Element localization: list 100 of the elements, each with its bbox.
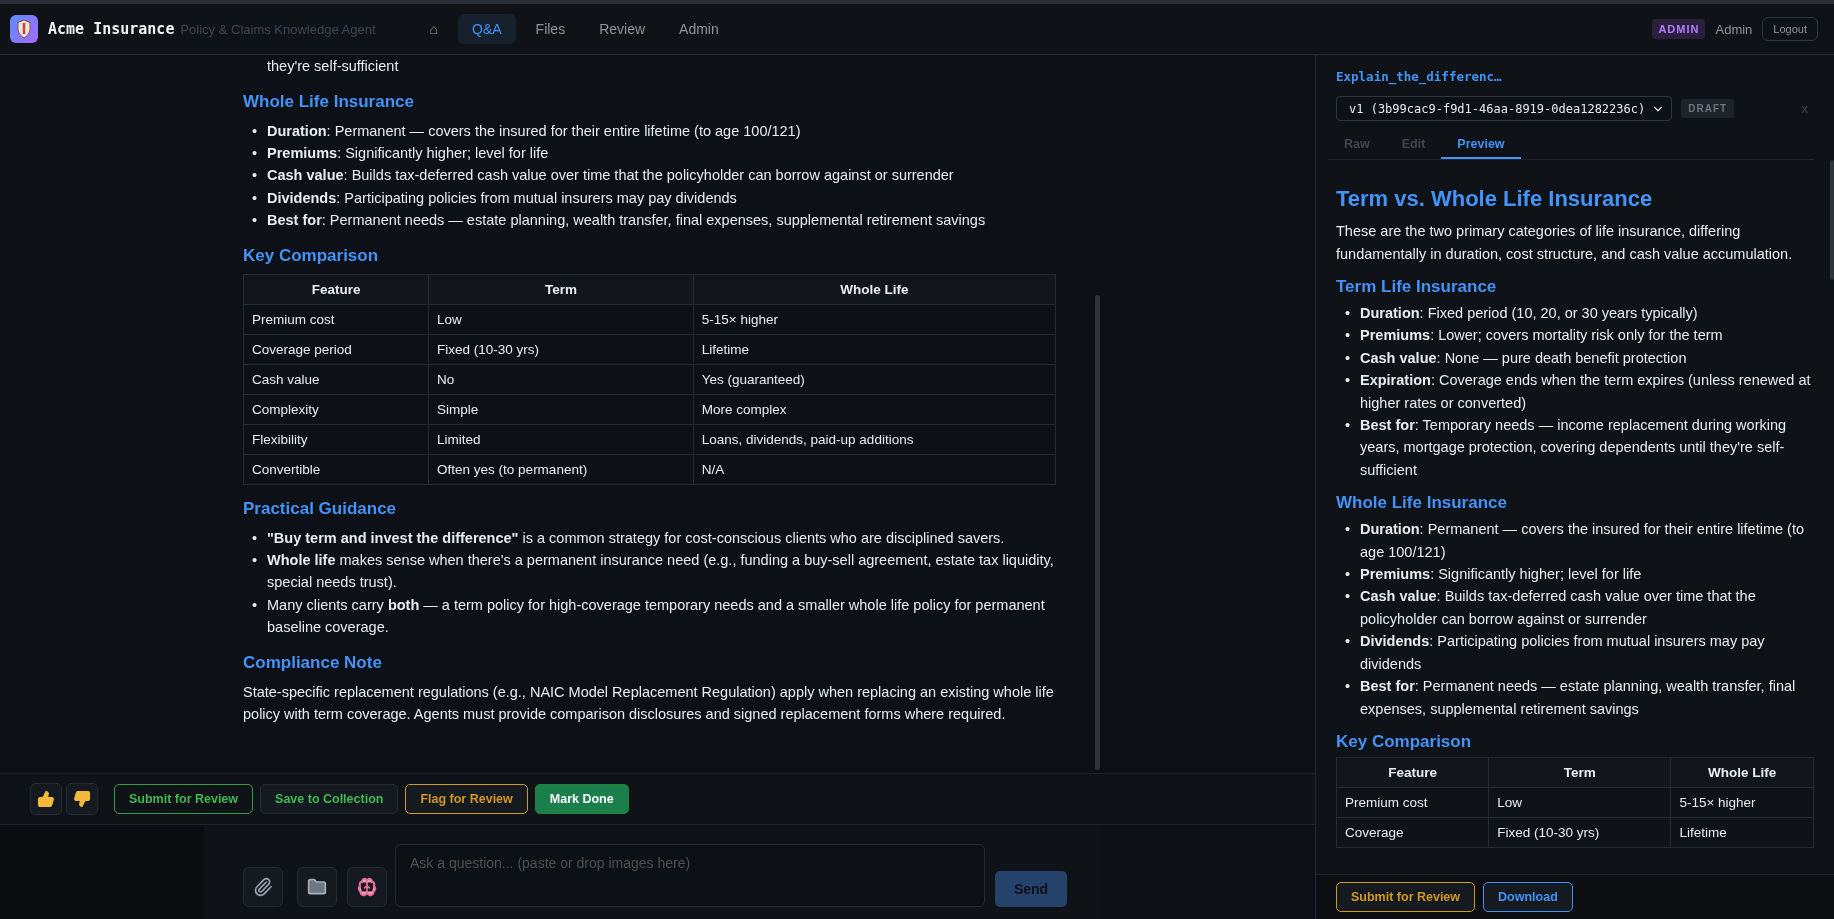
- list-item-text: Premiums: Significantly higher; level for life: [1360, 565, 1642, 585]
- table-cell: Convertible: [243, 454, 429, 485]
- section-heading: Key Comparison: [1336, 731, 1473, 752]
- bullet: •: [252, 550, 259, 570]
- shield-logo-icon: [10, 15, 38, 43]
- section-heading: Key Comparison: [243, 245, 380, 266]
- table-cell: No: [428, 364, 694, 395]
- section-heading: Whole Life Insurance: [243, 91, 415, 112]
- scrollbar-thumb[interactable]: [1095, 295, 1100, 770]
- bullet: •: [252, 166, 259, 186]
- table-header: Feature: [243, 274, 429, 305]
- table-cell: Loans, dividends, paid-up additions: [693, 424, 1056, 455]
- folder-icon: [307, 877, 327, 897]
- thumbs-up-button[interactable]: [30, 783, 62, 815]
- list-item-text: they're self-sufficient: [267, 57, 400, 76]
- table-header: Feature: [1336, 757, 1489, 788]
- list-item-text: Best for: Temporary needs — income replacement during working years, mortgage protection, covering dependents until they're self-sufficient: [1360, 416, 1788, 480]
- list-item-text: Dividends: Participating policies from mutual insurers may pay dividends: [267, 188, 737, 208]
- bullet: •: [1345, 304, 1352, 323]
- brain-button[interactable]: [347, 867, 387, 907]
- list-item-text: Duration: Permanent — covers the insured for their entire lifetime (to age 100/121): [267, 121, 801, 141]
- list-item-text: Duration: Permanent — covers the insured for their entire lifetime (to age 100/121): [1360, 520, 1806, 562]
- user-name: Admin: [1715, 21, 1753, 37]
- action-button[interactable]: Save to Collection: [260, 784, 399, 814]
- list-item-text: "Buy term and invest the difference" is a common strategy for cost-conscious clients who are disciplined savers.: [267, 528, 1005, 548]
- list-item-text: Best for: Permanent needs — estate planning, wealth transfer, final expenses, supplemental retirement savings: [267, 211, 986, 231]
- table-cell: Premium cost: [1336, 787, 1489, 818]
- section-heading: Practical Guidance: [243, 498, 398, 519]
- thumbs-up-icon: [37, 790, 55, 808]
- table-cell: Simple: [428, 394, 694, 425]
- table-cell: Low: [1488, 787, 1671, 818]
- table-cell: More complex: [693, 394, 1056, 425]
- scrollbar-thumb[interactable]: [1830, 160, 1834, 280]
- thumbs-down-button[interactable]: [66, 783, 98, 815]
- bullet: •: [1345, 371, 1352, 391]
- footer-button[interactable]: Submit for Review: [1336, 882, 1476, 912]
- bullet: •: [1345, 326, 1352, 346]
- list-item-text: Cash value: Builds tax-deferred cash value over time that the policyholder can borrow against or surrender: [267, 166, 954, 186]
- bullet: •: [1345, 416, 1352, 436]
- table-cell: Low: [428, 304, 694, 335]
- table-cell: N/A: [693, 454, 1056, 485]
- table-cell: Complexity: [243, 394, 429, 425]
- table-header: Term: [1488, 757, 1671, 788]
- nav-tab[interactable]: ⌂: [415, 14, 452, 44]
- bullet: •: [252, 143, 259, 163]
- table-header: Term: [428, 274, 694, 305]
- table-cell: Yes (guaranteed): [693, 364, 1056, 395]
- table-cell: Fixed (10-30 yrs): [1488, 817, 1671, 848]
- bullet: •: [1345, 587, 1352, 607]
- footer-button[interactable]: Download: [1483, 882, 1573, 912]
- list-item-text: Expiration: Coverage ends when the term expires (unless renewed at higher rates or converted): [1360, 371, 1812, 413]
- nav-tab[interactable]: Q&A: [458, 14, 516, 44]
- bullet: •: [1345, 565, 1352, 585]
- question-input[interactable]: Ask a question... (paste or drop images here): [395, 844, 985, 907]
- table-header: Whole Life: [693, 274, 1056, 305]
- list-item-text: Premiums: Lower; covers mortality risk only for the term: [1360, 326, 1723, 346]
- nav-tab[interactable]: Files: [521, 14, 580, 44]
- folder-button[interactable]: [297, 867, 337, 907]
- bullet: •: [1345, 632, 1352, 652]
- action-button[interactable]: Submit for Review: [114, 784, 254, 814]
- table-cell: 5-15× higher: [693, 304, 1056, 335]
- table-cell: Flexibility: [243, 424, 429, 455]
- nav-tab[interactable]: Review: [585, 14, 660, 44]
- status-badge: DRAFT: [1681, 99, 1735, 118]
- attach-button[interactable]: [243, 867, 283, 907]
- list-item-text: Dividends: Participating policies from mutual insurers may pay dividends: [1360, 632, 1766, 674]
- table-cell: 5-15× higher: [1670, 787, 1814, 818]
- list-item-text: Premiums: Significantly higher; level for life: [267, 143, 549, 163]
- list-item-text: Cash value: None — pure death benefit protection: [1360, 348, 1687, 368]
- list-item-text: Whole life makes sense when there's a permanent insurance need (e.g., funding a buy-sell agreement, estate tax liquidity, special needs trust).: [267, 550, 1055, 593]
- table-cell: Often yes (to permanent): [428, 454, 694, 485]
- bullet: •: [252, 595, 259, 615]
- version-select[interactable]: v1 (3b99cac9-f9d1-46aa-8919-0dea1282236c): [1336, 96, 1673, 121]
- section-heading: Compliance Note: [243, 652, 383, 673]
- table-cell: Premium cost: [243, 304, 429, 335]
- action-button[interactable]: Mark Done: [534, 784, 629, 814]
- list-item-text: Duration: Fixed period (10, 20, or 30 years typically): [1360, 304, 1698, 323]
- bullet: •: [252, 211, 259, 231]
- table-cell: Lifetime: [1670, 817, 1814, 848]
- action-button[interactable]: Flag for Review: [405, 784, 528, 814]
- brain-icon: [357, 877, 377, 897]
- nav-tab[interactable]: Admin: [665, 14, 733, 44]
- list-item-text: Many clients carry both — a term policy for high-coverage temporary needs and a smaller whole life policy for permanent baseline coverage.: [267, 595, 1046, 638]
- logout-button[interactable]: Logout: [1762, 17, 1818, 41]
- paperclip-icon: [253, 877, 273, 897]
- role-badge: ADMIN: [1652, 19, 1706, 39]
- document-heading: Term vs. Whole Life Insurance: [1336, 186, 1654, 212]
- app-subtitle: Policy & Claims Knowledge Agent: [180, 21, 376, 37]
- section-heading: Whole Life Insurance: [1336, 493, 1508, 514]
- view-tab[interactable]: Preview: [1441, 131, 1521, 159]
- table-cell: Limited: [428, 424, 694, 455]
- thumbs-down-icon: [73, 790, 91, 808]
- table-cell: Coverage period: [243, 334, 429, 365]
- bullet: •: [252, 188, 259, 208]
- section-heading: Term Life Insurance: [1336, 277, 1498, 297]
- table-header: Whole Life: [1670, 757, 1814, 788]
- bullet: •: [1345, 348, 1352, 368]
- paragraph: State-specific replacement regulations (e.g., NAIC Model Replacement Regulation) apply when replacing an existing whole life policy with term coverage. Agents must provide comparison disclosures and signed replacement forms where required.: [243, 682, 1055, 725]
- bullet: •: [1345, 677, 1352, 697]
- list-item-text: Best for: Permanent needs — estate planning, wealth transfer, final expenses, supplemental retirement savings: [1360, 677, 1797, 719]
